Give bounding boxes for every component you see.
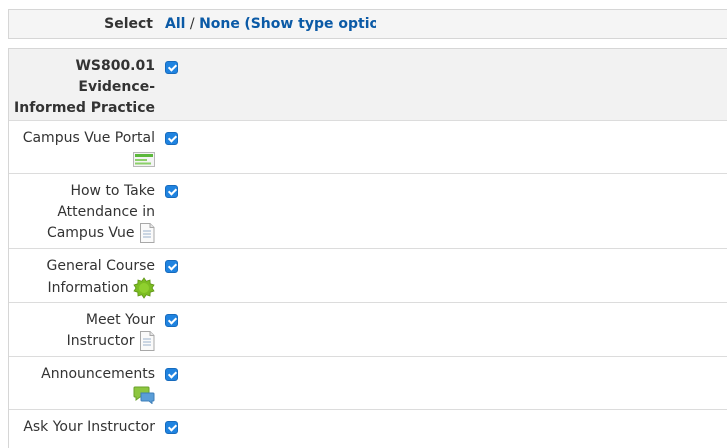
forum-icon xyxy=(133,386,155,404)
show-type-options-link[interactable]: (Show type optio xyxy=(244,16,376,32)
activity-name: How to Take Attendance in Campus Vue xyxy=(9,181,155,244)
activity-row: Announcements xyxy=(9,357,727,410)
name-line: Announcements xyxy=(41,366,155,382)
include-checkbox[interactable] xyxy=(165,61,178,74)
name-line: Campus Vue Portal xyxy=(22,130,155,146)
name-text: Instructor xyxy=(66,333,135,349)
activity-name: General Course Information xyxy=(9,256,156,299)
label-badge-icon xyxy=(133,277,155,299)
name-line: Attendance in xyxy=(57,204,155,220)
name-line: Meet Your xyxy=(85,312,155,328)
name-line: General Course xyxy=(46,258,156,274)
activity-name: Campus Vue Portal xyxy=(9,128,155,170)
section-name: WS800.01 Evidence- Informed Practice xyxy=(9,56,155,119)
name-line: WS800.01 xyxy=(75,58,155,74)
name-line: How to Take xyxy=(70,183,155,199)
section-row: WS800.01 Evidence- Informed Practice xyxy=(9,49,727,121)
activity-row: Ask Your Instructor xyxy=(9,410,727,448)
name-line: Informed Practice xyxy=(14,100,155,116)
activity-row: How to Take Attendance in Campus Vue xyxy=(9,174,727,249)
activity-row: General Course Information xyxy=(9,249,727,303)
activity-name: Meet Your Instructor xyxy=(9,310,155,352)
name-line: Instructor xyxy=(9,331,155,352)
activity-name: Announcements xyxy=(9,364,155,406)
include-checkbox[interactable] xyxy=(165,368,178,381)
select-links: All / None (Show type optio xyxy=(165,16,376,32)
include-checkbox[interactable] xyxy=(165,314,178,327)
select-bar: Select All / None (Show type optio xyxy=(8,9,727,39)
separator: / xyxy=(189,16,195,32)
select-all-link[interactable]: All xyxy=(165,16,185,32)
name-text: Campus Vue xyxy=(46,225,135,241)
select-label: Select xyxy=(104,16,153,32)
name-line xyxy=(9,149,155,170)
select-none-link[interactable]: None xyxy=(199,16,240,32)
name-line xyxy=(9,385,155,406)
name-line: Evidence- xyxy=(78,79,155,95)
include-checkbox[interactable] xyxy=(165,185,178,198)
activity-name: Ask Your Instructor xyxy=(9,417,155,438)
include-checkbox[interactable] xyxy=(165,421,178,434)
include-checkbox[interactable] xyxy=(165,260,178,273)
name-text: Information xyxy=(47,280,129,296)
page-icon xyxy=(140,331,155,351)
name-line: Campus Vue xyxy=(9,223,155,244)
name-line: Information xyxy=(9,277,155,299)
web-page-icon xyxy=(133,152,155,167)
activity-row: Meet Your Instructor xyxy=(9,303,727,357)
name-line: Ask Your Instructor xyxy=(23,419,155,435)
backup-items-table: WS800.01 Evidence- Informed Practice Cam… xyxy=(8,48,727,448)
page-icon xyxy=(140,223,155,243)
include-checkbox[interactable] xyxy=(165,132,178,145)
activity-row: Campus Vue Portal xyxy=(9,121,727,174)
